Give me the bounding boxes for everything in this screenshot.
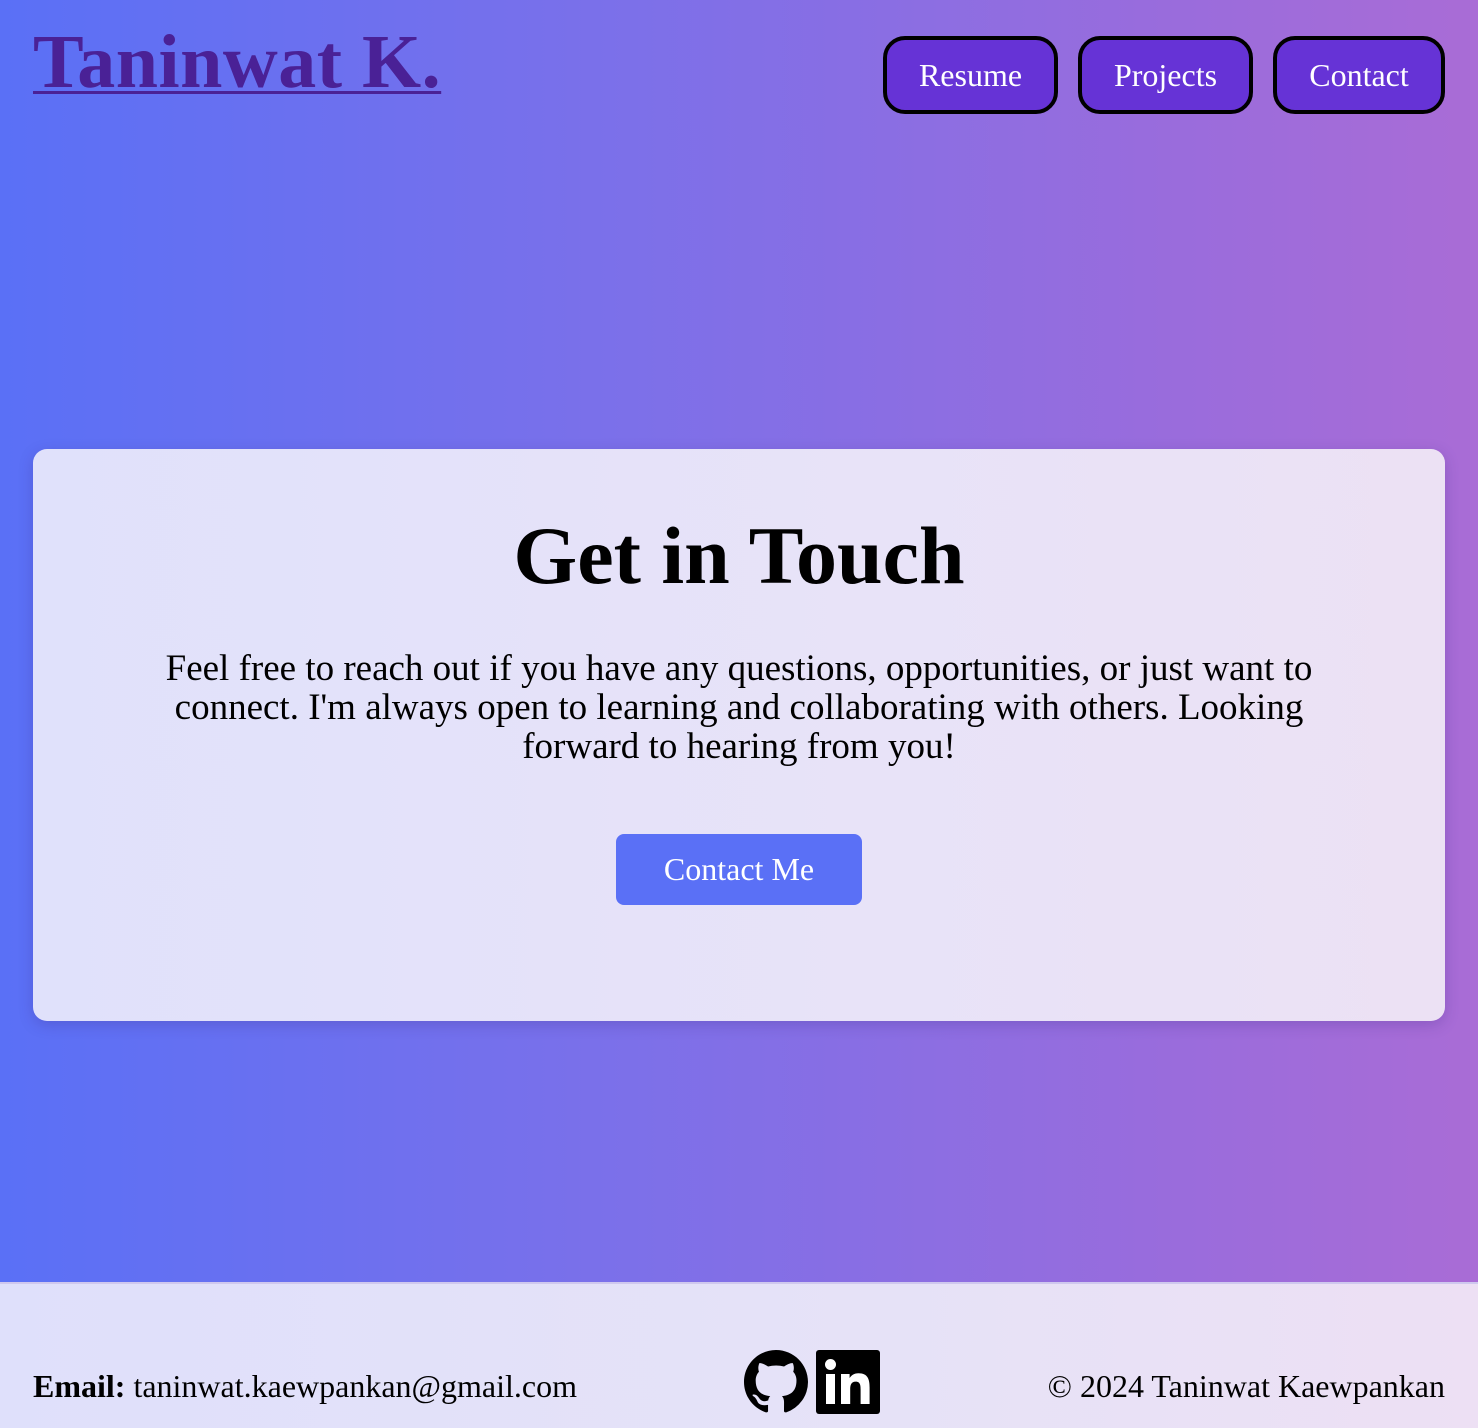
site-header: Taninwat K. Resume Projects Contact [0, 0, 1478, 140]
nav-projects-button[interactable]: Projects [1078, 36, 1253, 114]
site-logo-link[interactable]: Taninwat K. [33, 24, 441, 100]
contact-me-button[interactable]: Contact Me [616, 834, 862, 906]
nav-contact-button[interactable]: Contact [1273, 36, 1445, 114]
contact-card: Get in Touch Feel free to reach out if y… [33, 449, 1445, 1021]
footer-email: Email: taninwat.kaewpankan@gmail.com [33, 1368, 577, 1405]
copyright-text: © 2024 Taninwat Kaewpankan [1047, 1368, 1445, 1404]
social-links [744, 1350, 880, 1414]
site-footer: Email: taninwat.kaewpankan@gmail.com © 2… [0, 1282, 1478, 1428]
github-icon[interactable] [744, 1350, 808, 1414]
nav-resume-button[interactable]: Resume [883, 36, 1058, 114]
email-value[interactable]: taninwat.kaewpankan@gmail.com [133, 1368, 577, 1404]
email-label: Email: [33, 1368, 126, 1404]
contact-title: Get in Touch [513, 510, 965, 601]
linkedin-icon[interactable] [816, 1350, 880, 1414]
contact-description: Feel free to reach out if you have any q… [165, 648, 1313, 768]
main-nav: Resume Projects Contact [883, 36, 1445, 114]
